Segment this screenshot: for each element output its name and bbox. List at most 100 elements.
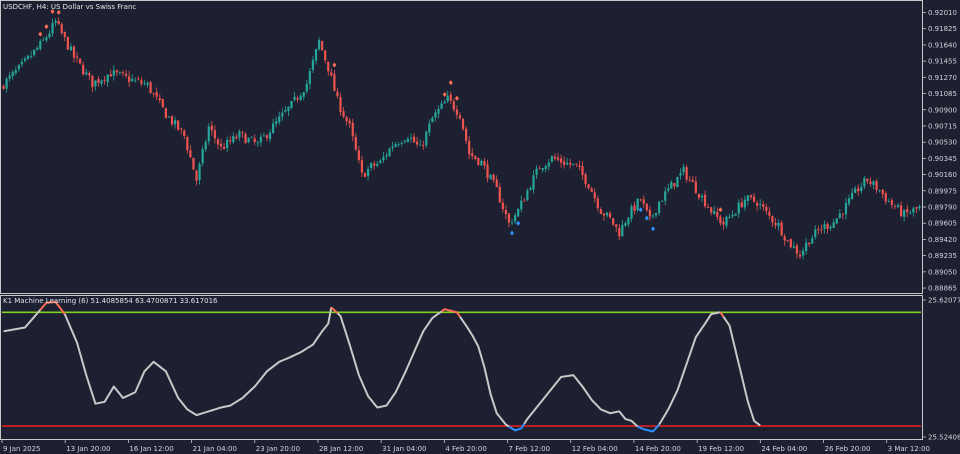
candle-body	[45, 37, 48, 41]
candle-body	[547, 162, 550, 167]
candle-body	[507, 213, 511, 223]
candle-body	[903, 210, 906, 217]
candle-body	[869, 181, 872, 184]
time-tick-label: 24 Feb 04:00	[761, 445, 807, 453]
candle-body	[789, 239, 792, 248]
candle-body	[419, 144, 422, 146]
candle-body	[468, 140, 471, 155]
candle-body	[768, 211, 771, 216]
candle-body	[373, 163, 376, 166]
candle-body	[336, 91, 339, 97]
candle-body	[645, 203, 648, 211]
candle-body	[854, 188, 857, 193]
candle-body	[287, 106, 290, 112]
candle-body	[878, 190, 881, 192]
candle-body	[832, 222, 835, 228]
candle-body	[673, 183, 676, 187]
price-tick-label: 0.91640	[928, 41, 957, 49]
indicator-tick-label: 25.524088	[928, 434, 960, 442]
candle-body	[624, 223, 627, 226]
candle-body	[440, 103, 443, 109]
candle-body	[483, 161, 486, 166]
candle-body	[884, 193, 887, 202]
candle-body	[247, 138, 250, 143]
candle-body	[278, 116, 281, 123]
candle-body	[517, 208, 520, 217]
candle-body	[204, 141, 207, 150]
price-tick-label: 0.90900	[928, 106, 957, 114]
candle-body	[443, 101, 446, 104]
price-tick-label: 0.91085	[928, 90, 957, 98]
candle-body	[256, 142, 259, 144]
candle-body	[798, 254, 802, 257]
time-tick-label: 23 Jan 20:00	[256, 445, 300, 453]
candle-body	[820, 229, 823, 231]
price-tick-label: 0.91455	[928, 58, 957, 66]
candle-body	[863, 178, 866, 187]
time-tick-label: 3 Mar 12:00	[888, 445, 930, 453]
candle-body	[167, 116, 171, 118]
candle-body	[134, 79, 137, 81]
candle-body	[918, 206, 921, 209]
candle-body	[195, 170, 198, 181]
candle-body	[737, 202, 740, 214]
price-tick-label: 0.89050	[928, 268, 957, 276]
candle-body	[759, 203, 762, 205]
candle-body	[8, 75, 11, 79]
candle-body	[17, 64, 20, 70]
candle-body	[48, 33, 51, 38]
candle-body	[498, 186, 501, 203]
candle-body	[452, 101, 455, 110]
candle-body	[749, 195, 753, 198]
candle-body	[189, 150, 192, 158]
time-tick-label: 12 Feb 04:00	[572, 445, 618, 453]
candle-body	[746, 195, 750, 201]
candle-body	[164, 108, 167, 119]
price-tick-label: 0.90715	[928, 122, 957, 130]
candle-body	[710, 207, 713, 213]
candle-body	[697, 193, 701, 198]
candle-body	[719, 216, 722, 224]
candle-body	[486, 164, 489, 179]
candle-body	[566, 162, 569, 165]
candle-body	[275, 121, 278, 124]
candle-body	[575, 163, 578, 165]
candle-body	[449, 94, 452, 101]
candle-body	[801, 250, 805, 256]
candle-body	[734, 214, 737, 216]
candle-body	[805, 242, 808, 252]
candle-body	[72, 46, 76, 58]
candle-body	[232, 135, 235, 142]
price-tick-label: 0.89420	[928, 236, 957, 244]
candle-body	[538, 168, 541, 170]
candle-body	[556, 157, 560, 160]
trading-chart[interactable]: USDCHF, H4: US Dollar vs Swiss Franc 0.9…	[0, 0, 960, 454]
candle-body	[33, 49, 36, 56]
candle-body	[397, 144, 400, 146]
candle-body	[860, 186, 863, 192]
candle-body	[103, 79, 106, 81]
candle-body	[128, 76, 131, 83]
candle-body	[590, 188, 593, 193]
candle-body	[743, 199, 746, 208]
candle-body	[412, 136, 416, 143]
candle-body	[345, 117, 348, 122]
candle-body	[514, 215, 517, 222]
candle-body	[391, 146, 394, 149]
candle-body	[75, 56, 79, 58]
candle-body	[532, 175, 535, 190]
candle-body	[238, 131, 241, 138]
candle-body	[106, 74, 109, 83]
candle-body	[140, 80, 143, 84]
price-tick-label: 0.89605	[928, 220, 957, 228]
candle-body	[670, 182, 673, 189]
candle-body	[510, 222, 514, 224]
candle-body	[829, 226, 832, 229]
candle-body	[302, 92, 305, 97]
candle-body	[593, 192, 596, 199]
candle-body	[740, 202, 743, 208]
candle-body	[42, 39, 45, 41]
candle-body	[627, 217, 630, 225]
candle-body	[541, 168, 544, 170]
candle-body	[792, 246, 795, 248]
